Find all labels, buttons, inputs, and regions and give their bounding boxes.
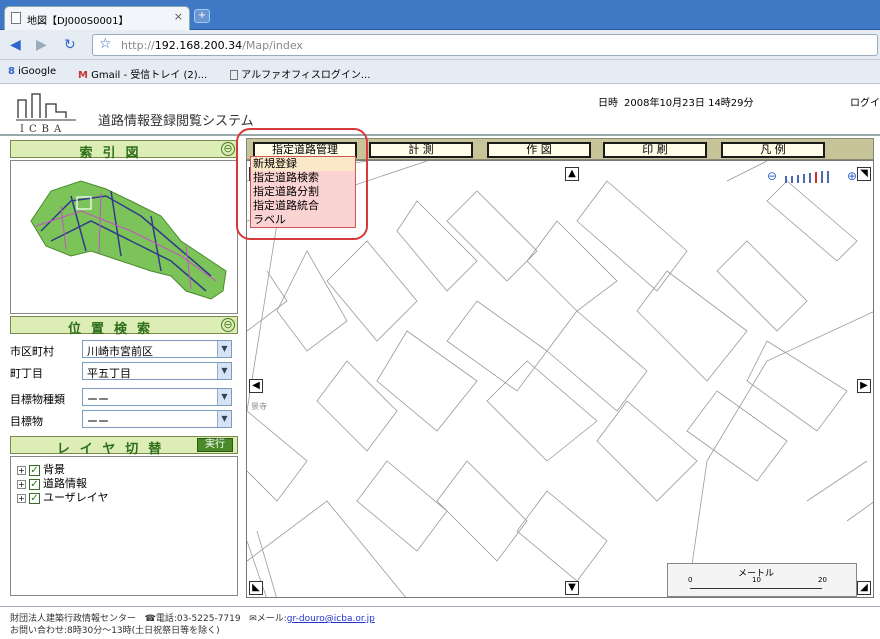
menu-measure[interactable]: 計 測 (369, 142, 473, 158)
icba-logo: ICBA (16, 93, 76, 134)
close-icon[interactable]: × (174, 10, 183, 23)
position-panel-title: 位置検索 (67, 322, 160, 337)
browser-tabstrip: 地図【DJ000S0001】 × + (0, 0, 880, 30)
pan-down-right-icon[interactable]: ◢ (857, 581, 871, 595)
expand-icon[interactable]: + (17, 493, 26, 503)
scale-tick: 0 (688, 576, 693, 584)
reload-icon[interactable]: ↻ (64, 37, 76, 53)
bookmark-igoogle[interactable]: 8 iGoogle (8, 66, 56, 77)
header-divider (0, 134, 880, 136)
landmark-row: 目標物 ーー ▼ (10, 410, 238, 430)
chevron-down-icon[interactable]: ▼ (217, 363, 231, 379)
pan-up-icon[interactable]: ▲ (565, 167, 579, 181)
execute-button[interactable]: 実行 (197, 438, 233, 452)
url-text: http://192.168.200.34/Map/index (121, 39, 303, 52)
town-select[interactable]: 平五丁目 ▼ (82, 362, 232, 380)
chevron-down-icon[interactable]: ▼ (217, 341, 231, 357)
checkbox-icon[interactable]: ✓ (29, 492, 40, 504)
app-header: ICBA 道路情報登録閲覧システム 日時 2008年10月23日 14時29分 ロ… (0, 84, 880, 136)
scale-line (690, 588, 822, 589)
layer-tree: + ✓ 背景 + ✓ 道路情報 + ✓ ユーザレイヤ (10, 456, 238, 596)
back-icon[interactable]: ◀ (10, 37, 21, 53)
zoom-in-icon[interactable]: ⊕ (847, 169, 857, 183)
expand-icon[interactable]: + (17, 465, 26, 475)
layer-item[interactable]: + ✓ ユーザレイヤ (17, 489, 108, 505)
scale-tick: 10 (752, 576, 761, 584)
layer-panel-header: レイヤ切替 実行 (10, 436, 238, 457)
system-name: 道路情報登録閲覧システム (98, 114, 254, 129)
expand-icon[interactable]: + (17, 479, 26, 489)
zoom-out-icon[interactable]: ⊖ (767, 169, 777, 183)
city-label: 市区町村 (10, 345, 54, 358)
footer: 財団法人建築行政情報センター ☎電話:03-5225-7719 ✉メール:gr-… (0, 606, 880, 639)
collapse-icon[interactable]: ⊖ (221, 318, 235, 332)
pan-right-icon[interactable]: ▶ (857, 379, 871, 393)
pan-down-icon[interactable]: ▼ (565, 581, 579, 595)
chevron-down-icon[interactable]: ▼ (217, 411, 231, 427)
new-tab-button[interactable]: + (194, 9, 210, 23)
landmark-select[interactable]: ーー ▼ (82, 410, 232, 428)
index-panel-header: 索引図 ⊖ (10, 140, 238, 161)
footer-hours: お問い合わせ:8時30分～13時(土日祝祭日等を除く) (10, 626, 220, 636)
index-panel-title: 索引図 (79, 146, 149, 161)
browser-tab[interactable]: 地図【DJ000S0001】 × (4, 6, 190, 30)
pan-down-left-icon[interactable]: ◣ (249, 581, 263, 595)
datetime: 日時 2008年10月23日 14時29分 (598, 98, 754, 109)
index-map-graphic (30, 180, 227, 300)
checkbox-icon[interactable]: ✓ (29, 464, 40, 476)
menu-legend[interactable]: 凡 例 (721, 142, 825, 158)
bookmark-alpha[interactable]: アルファオフィスログイン... (230, 66, 370, 81)
zoom-slider[interactable]: ⊖ ⊕ (767, 169, 865, 185)
chevron-down-icon[interactable]: ▼ (217, 389, 231, 405)
bookmark-gmail[interactable]: M Gmail - 受信トレイ (2)... (78, 66, 207, 81)
page-icon (230, 70, 238, 80)
star-icon[interactable]: ☆ (99, 36, 112, 52)
landmark-type-row: 目標物種類 ーー ▼ (10, 388, 238, 408)
index-map[interactable] (10, 160, 238, 314)
menu-draw[interactable]: 作 図 (487, 142, 591, 158)
scale-tick: 20 (818, 576, 827, 584)
landmark-type-select[interactable]: ーー ▼ (82, 388, 232, 406)
zoom-levels (785, 171, 829, 183)
svg-text:ICBA: ICBA (20, 124, 66, 134)
login-link[interactable]: ログイ (850, 94, 880, 109)
pan-left-icon[interactable]: ◀ (249, 379, 263, 393)
gmail-icon: M (78, 70, 88, 81)
menu-print[interactable]: 印 刷 (603, 142, 707, 158)
checkbox-icon[interactable]: ✓ (29, 478, 40, 490)
city-select[interactable]: 川崎市宮前区 ▼ (82, 340, 232, 358)
svg-text:景寺: 景寺 (251, 402, 267, 411)
bookmarks-bar: 8 iGoogle M Gmail - 受信トレイ (2)... アルファオフィ… (0, 60, 880, 84)
city-row: 市区町村 川崎市宮前区 ▼ (10, 340, 238, 360)
position-search-form: 市区町村 川崎市宮前区 ▼ 町丁目 平五丁目 ▼ 目標物種類 ーー ▼ 目標物 ーー ▼ (10, 338, 238, 434)
position-panel-header: 位置検索 ⊖ (10, 316, 238, 337)
page-icon (11, 12, 21, 24)
email-link[interactable]: gr-douro@icba.or.jp (287, 614, 375, 624)
landmark-type-label: 目標物種類 (10, 393, 65, 406)
landmark-label: 目標物 (10, 415, 43, 428)
annotation-highlight (236, 128, 368, 240)
town-row: 町丁目 平五丁目 ▼ (10, 362, 238, 382)
town-label: 町丁目 (10, 367, 43, 380)
browser-navbar: ◀ ▶ ↻ ☆ http://192.168.200.34/Map/index (0, 30, 880, 60)
forward-icon[interactable]: ▶ (36, 37, 47, 53)
google-icon: 8 (8, 66, 15, 77)
scale-bar: メートル 0 10 20 (667, 563, 857, 597)
tab-title: 地図【DJ000S0001】 (27, 16, 129, 27)
address-bar[interactable]: ☆ http://192.168.200.34/Map/index (92, 34, 878, 56)
layer-panel-title: レイヤ切替 (56, 442, 172, 457)
collapse-icon[interactable]: ⊖ (221, 142, 235, 156)
